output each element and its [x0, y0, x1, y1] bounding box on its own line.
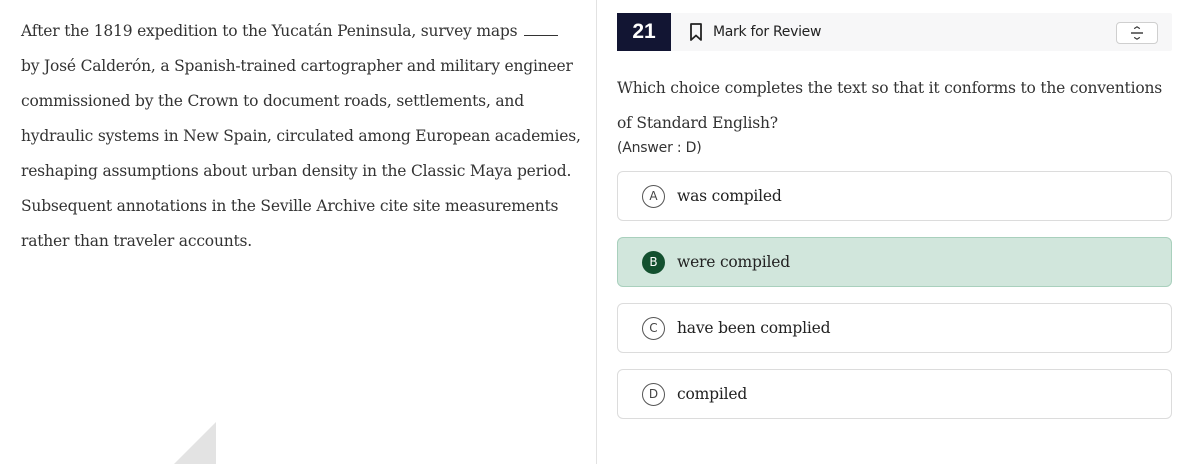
- choice-a[interactable]: A was compiled: [617, 171, 1172, 221]
- choice-text: were compiled: [677, 253, 790, 271]
- choice-c[interactable]: C have been complied: [617, 303, 1172, 353]
- choice-text: was compiled: [677, 187, 782, 205]
- pane-divider[interactable]: [596, 0, 597, 464]
- passage-part-1: After the 1819 expedition to the Yucatán…: [21, 22, 518, 40]
- mark-for-review-button[interactable]: Mark for Review: [687, 13, 821, 51]
- choice-d[interactable]: D compiled: [617, 369, 1172, 419]
- choice-b[interactable]: B were compiled: [617, 237, 1172, 287]
- answer-choices: A was compiled B were compiled C have be…: [617, 171, 1172, 435]
- mark-for-review-label: Mark for Review: [713, 24, 822, 40]
- passage-text: After the 1819 expedition to the Yucatán…: [21, 14, 581, 259]
- passage-blank: [524, 24, 559, 36]
- question-header: 21 Mark for Review: [617, 13, 1172, 51]
- strikethrough-toggle-button[interactable]: [1116, 22, 1158, 44]
- passage-part-2: by José Calderón, a Spanish-trained cart…: [21, 57, 581, 250]
- choice-letter-badge: A: [642, 184, 665, 208]
- choice-text: compiled: [677, 385, 748, 403]
- answer-note: (Answer : D): [617, 140, 702, 156]
- choice-letter-badge: B: [642, 250, 665, 274]
- bookmark-icon: [690, 23, 702, 41]
- question-prompt: Which choice completes the text so that …: [617, 79, 1162, 132]
- corner-decoration: [174, 422, 216, 464]
- choice-letter-badge: C: [642, 316, 665, 340]
- choice-letter-badge: D: [642, 382, 665, 406]
- question-number: 21: [617, 13, 671, 51]
- passage-pane: After the 1819 expedition to the Yucatán…: [0, 0, 596, 464]
- choice-text: have been complied: [677, 319, 831, 337]
- strikethrough-icon: [1131, 26, 1143, 40]
